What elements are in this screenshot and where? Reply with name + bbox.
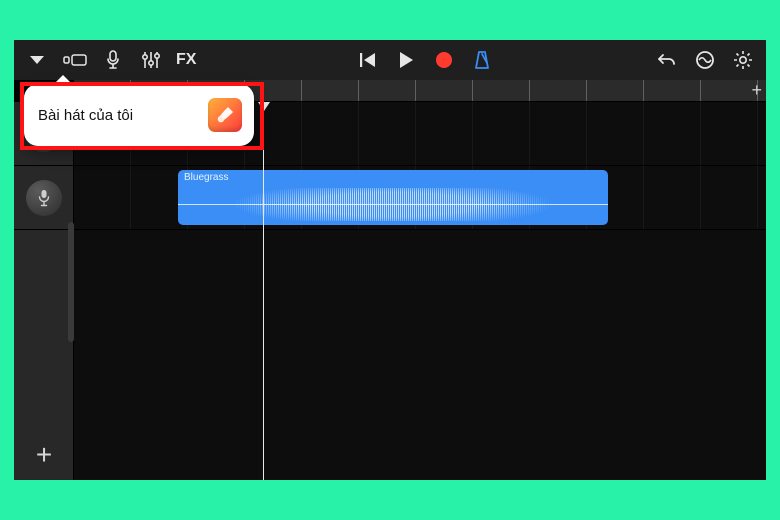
play-button[interactable] <box>389 43 423 77</box>
playhead[interactable] <box>263 102 264 480</box>
tracks-area: + Bluegrass <box>14 102 766 480</box>
track-lane-2[interactable]: Bluegrass <box>74 166 766 230</box>
region-label: Bluegrass <box>184 172 228 183</box>
track-lanes: Bluegrass <box>74 102 766 480</box>
mic-icon <box>26 180 62 216</box>
app-window: FX <box>14 40 766 480</box>
track-headers: + <box>14 102 74 480</box>
metronome-button[interactable] <box>465 43 499 77</box>
track-header-2[interactable] <box>14 166 73 230</box>
add-track-button[interactable]: + <box>14 430 74 480</box>
loop-browser-button[interactable] <box>688 43 722 77</box>
garageband-icon <box>208 98 242 132</box>
mixer-button[interactable] <box>134 43 168 77</box>
scrollbar-vertical[interactable] <box>68 222 74 342</box>
view-tracks-button[interactable] <box>58 43 92 77</box>
record-button[interactable] <box>427 43 461 77</box>
rewind-button[interactable] <box>351 43 385 77</box>
toolbar: FX <box>14 40 766 80</box>
undo-button[interactable] <box>650 43 684 77</box>
popover-label: Bài hát của tôi <box>38 107 133 124</box>
my-songs-popover[interactable]: Bài hát của tôi <box>24 84 254 146</box>
menu-dropdown-button[interactable] <box>20 43 54 77</box>
add-section-button[interactable]: + <box>751 81 762 99</box>
waveform <box>178 188 608 221</box>
settings-button[interactable] <box>726 43 760 77</box>
mic-button[interactable] <box>96 43 130 77</box>
audio-region[interactable]: Bluegrass <box>178 170 608 225</box>
fx-button[interactable]: FX <box>172 43 200 77</box>
